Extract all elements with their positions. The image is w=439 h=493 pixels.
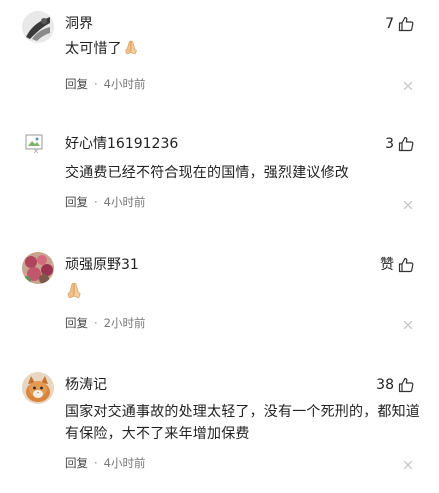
avatar[interactable] xyxy=(22,252,54,284)
username[interactable]: 洞界 xyxy=(65,14,93,34)
comment-item: 杨涛记 38 国家对交通事故的处理太轻了，没有一个死刑的，都知道有保险，大不了来… xyxy=(0,372,439,492)
comment-text-content: 太可惜了 xyxy=(65,41,122,57)
close-icon[interactable] xyxy=(403,200,413,210)
comment-text: 太可惜了 xyxy=(65,38,420,60)
thumbs-up-icon xyxy=(398,16,414,32)
separator-dot: · xyxy=(94,195,98,209)
comment-meta: 回复 · 4小时前 xyxy=(65,75,145,93)
avatar[interactable] xyxy=(22,372,54,404)
username[interactable]: 顽强原野31 xyxy=(65,255,139,275)
like-count: 7 xyxy=(385,16,394,32)
avatar-image xyxy=(22,11,54,43)
avatar[interactable] xyxy=(22,11,54,43)
separator-dot: · xyxy=(94,77,98,91)
comment-meta: 回复 · 4小时前 xyxy=(65,454,145,472)
timestamp: 4小时前 xyxy=(103,195,146,209)
comment-meta: 回复 · 4小时前 xyxy=(65,193,145,211)
username[interactable]: 好心情16191236 xyxy=(65,134,178,154)
like-label: 赞 xyxy=(380,257,394,273)
like-button[interactable]: 7 xyxy=(385,14,414,34)
separator-dot: · xyxy=(94,316,98,330)
comment-text: 交通费已经不符合现在的国情，强烈建议修改 xyxy=(65,165,349,181)
close-icon[interactable] xyxy=(403,460,413,470)
thumbs-up-icon xyxy=(398,136,414,152)
timestamp: 4小时前 xyxy=(103,456,146,470)
timestamp: 2小时前 xyxy=(103,316,146,330)
reply-button[interactable]: 回复 xyxy=(65,76,88,92)
comment-item: 顽强原野31 赞 回复 · 2小时前 xyxy=(0,252,439,372)
reply-button[interactable]: 回复 xyxy=(65,194,88,210)
folded-hands-emoji-icon xyxy=(67,282,81,299)
timestamp: 4小时前 xyxy=(103,77,146,91)
like-count: 3 xyxy=(385,136,394,152)
close-icon[interactable] xyxy=(403,320,413,330)
comment-item: 好心情16191236 3 交通费已经不符合现在的国情，强烈建议修改 回复 · … xyxy=(0,131,439,251)
separator-dot: · xyxy=(94,456,98,470)
like-button[interactable]: 3 xyxy=(385,134,414,154)
avatar-image xyxy=(22,252,54,284)
thumbs-up-icon xyxy=(398,257,414,273)
reply-button[interactable]: 回复 xyxy=(65,455,88,471)
reply-button[interactable]: 回复 xyxy=(65,315,88,331)
like-count: 38 xyxy=(376,377,394,393)
username[interactable]: 杨涛记 xyxy=(65,375,107,395)
like-button[interactable]: 38 xyxy=(376,375,414,395)
comment-meta: 回复 · 2小时前 xyxy=(65,314,145,332)
close-icon[interactable] xyxy=(403,81,413,91)
like-button[interactable]: 赞 xyxy=(380,255,414,275)
comment-item: 洞界 7 太可惜了 回复 · 4小时前 xyxy=(0,11,439,131)
thumbs-up-icon xyxy=(398,377,414,393)
broken-image-icon xyxy=(22,131,54,163)
folded-hands-emoji-icon xyxy=(124,40,137,55)
avatar[interactable] xyxy=(22,131,54,163)
avatar-image xyxy=(22,372,54,404)
comment-text: 国家对交通事故的处理太轻了，没有一个死刑的，都知道有保险，大不了来年增加保费 xyxy=(65,404,420,442)
